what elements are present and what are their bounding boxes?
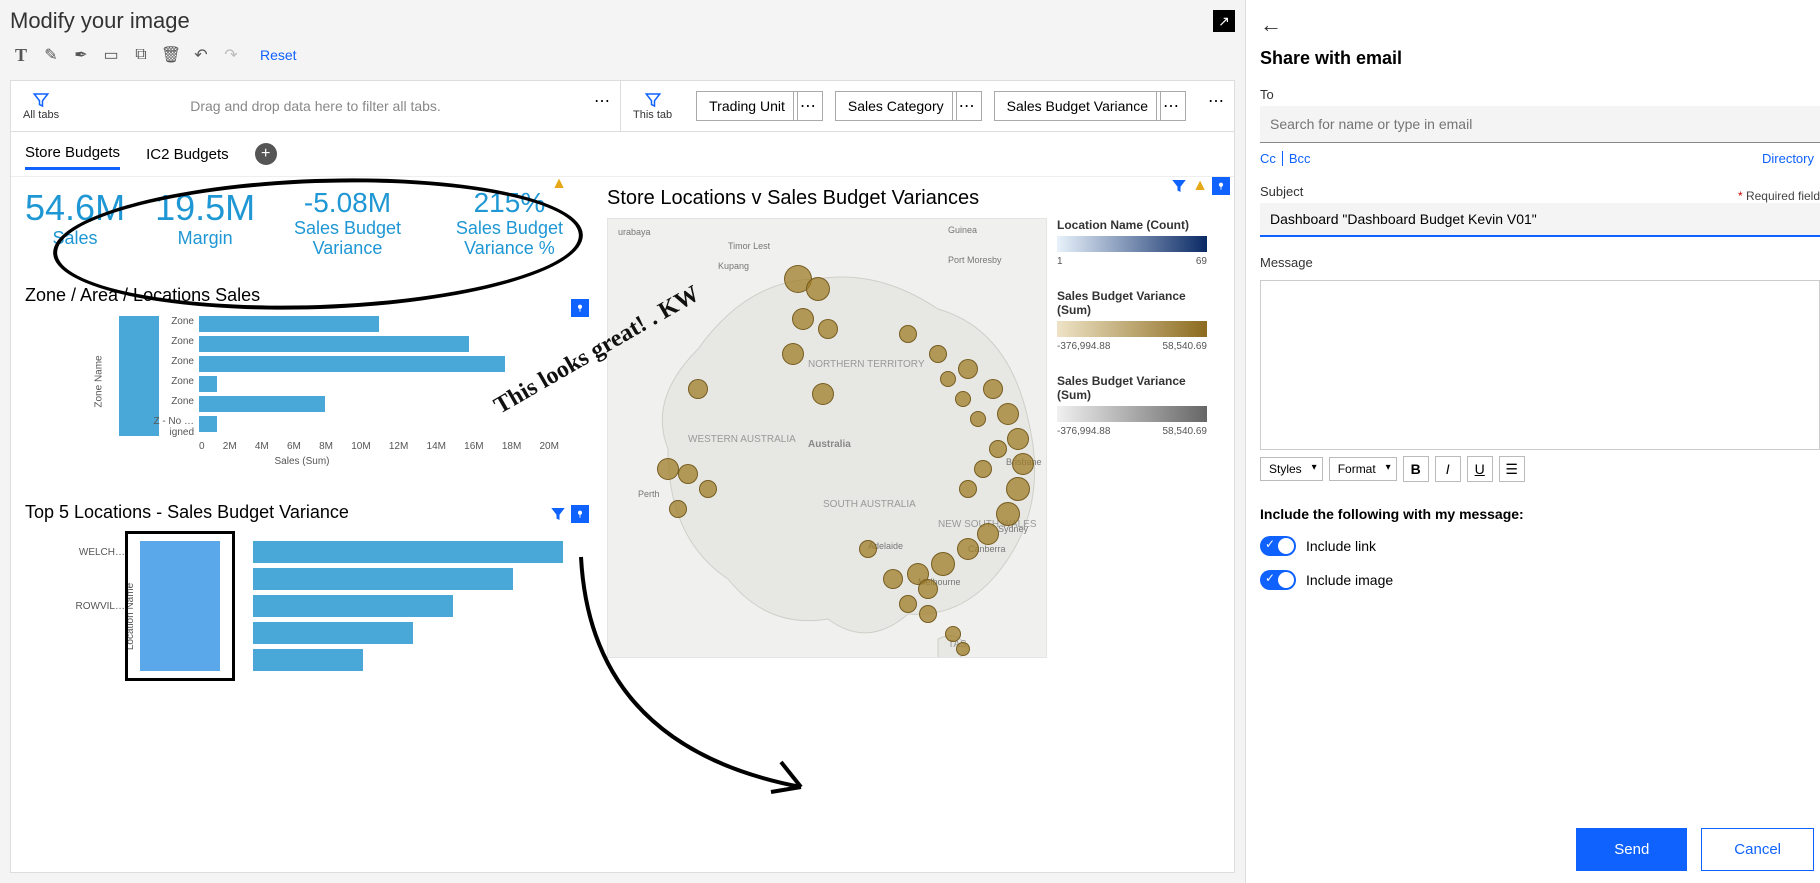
zone-chart[interactable]: Zone Name ZoneZoneZoneZoneZoneZ - No …ig…	[25, 316, 579, 476]
to-label: To	[1260, 87, 1820, 102]
tab-ic2-budgets[interactable]: IC2 Budgets	[146, 140, 229, 169]
cc-link[interactable]: Cc	[1260, 151, 1276, 166]
map-widget[interactable]: Australia NORTHERN TERRITORY WESTERN AUS…	[607, 218, 1047, 658]
include-title: Include the following with my message:	[1260, 506, 1820, 522]
funnel-icon[interactable]	[549, 505, 567, 523]
message-label: Message	[1260, 255, 1820, 270]
this-tab-label: This tab	[633, 109, 672, 121]
cancel-button[interactable]: Cancel	[1701, 828, 1814, 871]
recipient-input[interactable]	[1260, 106, 1820, 143]
pen-tool-icon[interactable]: ✎	[36, 40, 66, 70]
filter-pill[interactable]: Sales Budget Variance	[994, 91, 1161, 121]
bold-icon[interactable]: B	[1403, 456, 1429, 482]
funnel-icon	[32, 91, 50, 109]
map-title: Store Locations v Sales Budget Variances	[607, 187, 1220, 210]
expand-icon[interactable]: ↗	[1213, 10, 1235, 32]
list-icon[interactable]: ☰	[1499, 456, 1525, 482]
delete-tool-icon[interactable]: 🗑	[156, 40, 186, 70]
subject-label: Subject	[1260, 184, 1303, 199]
kpi-sales: 54.6MSales	[25, 187, 125, 249]
share-panel: ← Share with email To Cc Bcc Directory S…	[1245, 0, 1820, 883]
image-toolbar: T ✎ ✒ ▭ ⧉ 🗑 ↶ ↷ Reset	[0, 34, 1245, 80]
message-editor[interactable]	[1260, 280, 1820, 450]
include-image-toggle[interactable]	[1260, 570, 1296, 590]
funnel-icon	[644, 91, 662, 109]
rectangle-tool-icon[interactable]: ▭	[96, 40, 126, 70]
subject-input[interactable]	[1260, 203, 1820, 237]
zone-ylabel: Zone Name	[94, 355, 105, 407]
reset-button[interactable]: Reset	[260, 47, 297, 63]
tab-store-budgets[interactable]: Store Budgets	[25, 138, 120, 170]
back-arrow-icon[interactable]: ←	[1260, 12, 1820, 38]
include-link-label: Include link	[1306, 538, 1376, 554]
pill-more-icon[interactable]: ⋯	[793, 91, 823, 121]
more-icon[interactable]: ⋯	[594, 91, 610, 111]
kpi-variance-pct: 215%Sales Budget Variance %	[440, 187, 579, 259]
include-link-toggle[interactable]	[1260, 536, 1296, 556]
kpi-variance: -5.08MSales Budget Variance	[285, 187, 410, 259]
highlighter-tool-icon[interactable]: ✒	[66, 40, 96, 70]
add-tab-button[interactable]: +	[255, 143, 277, 165]
filter-pill[interactable]: Trading Unit	[696, 91, 798, 121]
share-title: Share with email	[1260, 48, 1820, 69]
directory-link[interactable]: Directory	[1762, 151, 1814, 166]
redo-icon[interactable]: ↷	[216, 40, 246, 70]
crop-tool-icon[interactable]: ⧉	[126, 40, 156, 70]
warning-icon: ▲	[551, 175, 567, 193]
send-button[interactable]: Send	[1576, 828, 1687, 871]
page-title: Modify your image	[10, 8, 190, 34]
undo-icon[interactable]: ↶	[186, 40, 216, 70]
styles-dropdown[interactable]: Styles	[1260, 457, 1323, 481]
kpi-margin: 19.5MMargin	[155, 187, 255, 249]
pill-more-icon[interactable]: ⋯	[952, 91, 982, 121]
zone-chart-title: Zone / Area / Locations Sales	[25, 285, 579, 306]
pill-more-icon[interactable]: ⋯	[1156, 91, 1186, 121]
warning-icon: ▲	[1192, 177, 1208, 195]
more-icon[interactable]: ⋯	[1208, 91, 1224, 111]
zone-xlabel: Sales (Sum)	[274, 456, 329, 467]
pin-icon[interactable]	[1212, 177, 1230, 195]
all-tabs-label: All tabs	[23, 109, 59, 121]
format-dropdown[interactable]: Format	[1329, 457, 1397, 481]
underline-icon[interactable]: U	[1467, 456, 1493, 482]
pin-icon[interactable]	[571, 299, 589, 317]
top5-chart[interactable]: Location Name WELCH… ROWVIL…	[25, 531, 579, 691]
dashboard-canvas: All tabs Drag and drop data here to filt…	[10, 80, 1235, 873]
pin-icon[interactable]	[571, 505, 589, 523]
filter-pill[interactable]: Sales Category	[835, 91, 957, 121]
italic-icon[interactable]: I	[1435, 456, 1461, 482]
text-tool-icon[interactable]: T	[6, 40, 36, 70]
filter-hint: Drag and drop data here to filter all ta…	[190, 98, 441, 114]
include-image-label: Include image	[1306, 572, 1393, 588]
top5-chart-title: Top 5 Locations - Sales Budget Variance	[25, 502, 579, 523]
funnel-icon[interactable]	[1170, 177, 1188, 195]
bcc-link[interactable]: Bcc	[1289, 151, 1311, 166]
required-label: Required field	[1738, 189, 1820, 203]
